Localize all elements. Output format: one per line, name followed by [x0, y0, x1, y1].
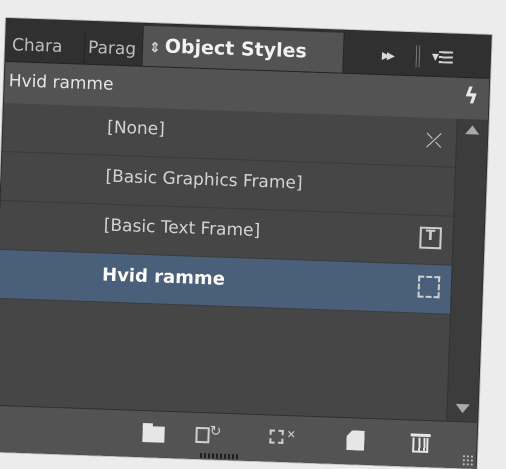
- tab-object-styles-label: Object Styles: [164, 35, 308, 63]
- new-style-icon[interactable]: [346, 430, 371, 451]
- tab-character[interactable]: Chara: [5, 29, 86, 64]
- folder-icon[interactable]: [142, 423, 167, 444]
- styles-list: [None] ⤫ [Basic Graphics Frame] [Basic T…: [0, 102, 458, 421]
- load-styles-icon[interactable]: [195, 425, 220, 446]
- clear-override-icon: ⤫: [425, 127, 443, 153]
- style-label: Hvid ramme: [101, 264, 226, 290]
- scroll-up-icon[interactable]: [465, 125, 480, 135]
- graphic-frame-icon: [417, 275, 441, 299]
- current-style-label: Hvid ramme: [8, 71, 114, 95]
- up-down-arrows-icon: ⇕: [148, 40, 162, 57]
- style-label: [Basic Text Frame]: [103, 215, 261, 241]
- style-label: [None]: [106, 117, 166, 140]
- expand-panel-icon[interactable]: ▸▸: [381, 40, 393, 70]
- trash-icon[interactable]: [410, 432, 435, 453]
- clear-overrides-icon[interactable]: [269, 427, 294, 448]
- lightning-bolt-icon[interactable]: ϟ: [464, 84, 479, 109]
- scroll-down-icon[interactable]: [455, 403, 470, 414]
- panel-menu-icon[interactable]: ▾: [431, 42, 454, 73]
- text-frame-icon: [419, 226, 442, 250]
- object-styles-panel: Chara Parag ⇕ Object Styles ▸▸ ▾ Hvid ram…: [0, 18, 492, 469]
- resize-handle-icon[interactable]: [461, 454, 475, 467]
- divider: [415, 45, 421, 68]
- style-label: [Basic Graphics Frame]: [105, 166, 303, 194]
- tab-object-styles[interactable]: ⇕ Object Styles: [141, 25, 345, 73]
